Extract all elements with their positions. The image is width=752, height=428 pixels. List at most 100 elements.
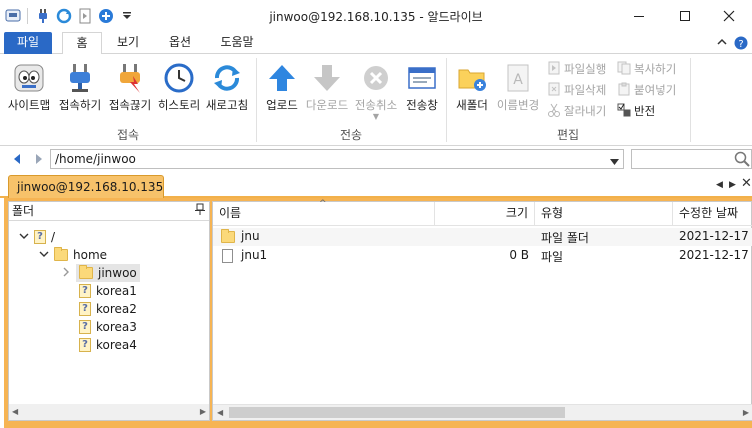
- tree-item-korea3[interactable]: ? korea3: [79, 318, 137, 336]
- unknown-folder-icon: ?: [79, 302, 91, 316]
- copy-icon: [617, 61, 631, 78]
- scroll-right-icon[interactable]: ▶: [200, 407, 206, 416]
- pin-icon[interactable]: [195, 202, 205, 220]
- workspace: 폴더 ? / home jinwoo ? korea1 ? korea2 ? k…: [4, 198, 752, 428]
- delete-file-button[interactable]: 파일삭제: [547, 81, 606, 99]
- session-tab[interactable]: jinwoo@192.168.10.135: [8, 175, 164, 198]
- close-tab-icon[interactable]: ✕: [741, 176, 752, 191]
- search-icon[interactable]: [734, 151, 750, 170]
- column-header-row: 이름 ^ 크기 유형 수정한 날짜: [213, 199, 752, 226]
- new-folder-button[interactable]: 새폴더: [452, 62, 492, 113]
- column-date[interactable]: 수정한 날짜: [673, 202, 752, 226]
- tree-item-jinwoo[interactable]: jinwoo: [61, 264, 140, 282]
- group-label-connect: 접속: [116, 128, 140, 142]
- scroll-right-icon[interactable]: ▶: [743, 408, 749, 417]
- folder-panel-title: 폴더: [12, 204, 35, 218]
- unknown-folder-icon: ?: [79, 284, 91, 298]
- tree-item-root[interactable]: ? /: [19, 228, 55, 246]
- rename-button[interactable]: A 이름변경: [494, 62, 542, 113]
- ribbon-home: 사이트맵 접속하기 접속끊기 히스토리 새로고침 접속 업로드 다운로드 전송취…: [0, 54, 752, 146]
- tab-scroll-right-icon[interactable]: ▶: [729, 180, 736, 190]
- table-row[interactable]: jnu 파일 폴더 2021-12-17: [213, 228, 752, 246]
- paste-icon: [617, 82, 631, 99]
- address-dropdown-icon[interactable]: [610, 155, 619, 169]
- tree-item-korea1[interactable]: ? korea1: [79, 282, 137, 300]
- plug-icon: [56, 62, 104, 94]
- run-file-icon: [547, 61, 561, 78]
- transfer-window-button[interactable]: 전송창: [402, 62, 442, 113]
- forward-arrow-icon[interactable]: [34, 153, 44, 168]
- history-button[interactable]: 히스토리: [156, 62, 202, 113]
- download-arrow-icon: [303, 62, 351, 94]
- new-folder-icon: [452, 62, 492, 94]
- sitemap-icon: [6, 62, 52, 94]
- upload-button[interactable]: 업로드: [262, 62, 302, 113]
- cut-button[interactable]: 잘라내기: [547, 102, 606, 120]
- scroll-left-icon[interactable]: ◀: [12, 407, 18, 416]
- paste-button[interactable]: 붙여넣기: [617, 81, 676, 99]
- svg-text:?: ?: [738, 39, 743, 50]
- maximize-button[interactable]: [662, 0, 708, 32]
- address-bar-row: /home/jinwoo: [0, 146, 752, 172]
- expand-chevron-icon[interactable]: [39, 248, 49, 262]
- help-icon[interactable]: ?: [734, 36, 748, 53]
- collapse-ribbon-icon[interactable]: [716, 36, 728, 51]
- invert-selection-icon: [617, 103, 631, 120]
- title-bar: jinwoo@192.168.10.135 - 알드라이브: [0, 0, 752, 32]
- download-button[interactable]: 다운로드: [303, 62, 351, 113]
- folder-panel-header: 폴더: [9, 202, 209, 221]
- sort-ascending-icon: ^: [319, 199, 327, 209]
- tree-item-korea4[interactable]: ? korea4: [79, 336, 137, 354]
- rename-icon: A: [494, 62, 542, 94]
- column-size[interactable]: 크기: [435, 202, 535, 226]
- group-label-transfer: 전송: [339, 128, 363, 142]
- copy-button[interactable]: 복사하기: [617, 60, 676, 78]
- minimize-button[interactable]: [616, 0, 662, 32]
- file-list-horizontal-scrollbar[interactable]: ◀ ▶: [213, 404, 752, 420]
- column-type[interactable]: 유형: [535, 202, 673, 226]
- folder-horizontal-scrollbar[interactable]: ◀ ▶: [9, 404, 209, 420]
- refresh-button[interactable]: 새로고침: [204, 62, 250, 113]
- unknown-folder-icon: ?: [34, 230, 46, 244]
- cancel-circle-icon: [353, 62, 399, 94]
- refresh-large-icon: [204, 62, 250, 94]
- folder-icon: [221, 229, 235, 243]
- tab-file[interactable]: 파일: [4, 32, 52, 54]
- file-list-panel: 이름 ^ 크기 유형 수정한 날짜 jnu 파일 폴더 2021-12-17 j…: [212, 199, 752, 421]
- tree-item-home[interactable]: home: [39, 246, 107, 264]
- back-arrow-icon[interactable]: [12, 153, 22, 168]
- close-button[interactable]: [706, 0, 752, 32]
- session-tab-strip: jinwoo@192.168.10.135 ◀ ▶ ✕: [0, 172, 752, 198]
- svg-text:A: A: [513, 72, 523, 88]
- group-label-edit: 편집: [556, 128, 580, 142]
- disconnect-button[interactable]: 접속끊기: [106, 62, 154, 113]
- tab-view[interactable]: 보기: [108, 32, 148, 54]
- tab-help[interactable]: 도움말: [212, 32, 262, 54]
- folder-icon: [79, 265, 93, 279]
- delete-file-icon: [547, 82, 561, 99]
- scrollbar-thumb[interactable]: [229, 407, 565, 418]
- scissors-icon: [547, 103, 561, 120]
- tab-options[interactable]: 옵션: [160, 32, 200, 54]
- connect-button[interactable]: 접속하기: [56, 62, 104, 113]
- sitemap-button[interactable]: 사이트맵: [6, 62, 52, 113]
- unknown-folder-icon: ?: [79, 338, 91, 352]
- invert-selection-button[interactable]: 반전: [617, 102, 655, 120]
- tree-item-korea2[interactable]: ? korea2: [79, 300, 137, 318]
- tab-home[interactable]: 홈: [62, 32, 102, 55]
- tab-scroll-left-icon[interactable]: ◀: [716, 180, 723, 190]
- run-file-button[interactable]: 파일실행: [547, 60, 606, 78]
- cancel-transfer-button[interactable]: 전송취소 ▼: [353, 62, 399, 121]
- table-row[interactable]: jnu1 0 B 파일 2021-12-17: [213, 247, 752, 265]
- window-icon: [402, 62, 442, 94]
- scroll-left-icon[interactable]: ◀: [217, 408, 223, 417]
- cancel-dropdown-icon[interactable]: ▼: [353, 112, 399, 121]
- address-input[interactable]: /home/jinwoo: [50, 149, 624, 169]
- file-icon: [222, 249, 233, 263]
- collapse-chevron-icon[interactable]: [61, 266, 71, 280]
- expand-chevron-icon[interactable]: [19, 230, 29, 244]
- clock-icon: [156, 62, 202, 94]
- upload-arrow-icon: [262, 62, 302, 94]
- unknown-folder-icon: ?: [79, 320, 91, 334]
- folder-panel: 폴더 ? / home jinwoo ? korea1 ? korea2 ? k…: [8, 201, 210, 421]
